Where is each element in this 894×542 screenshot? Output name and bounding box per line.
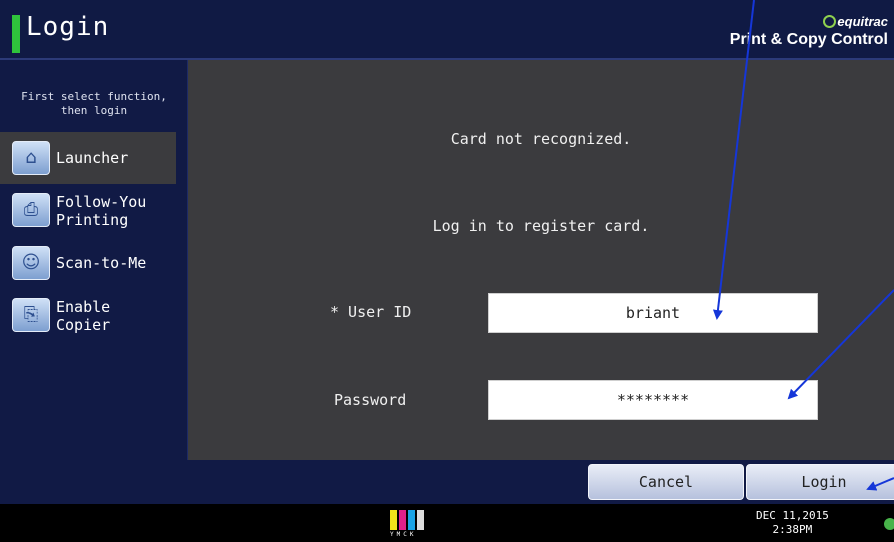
device-status-bar: YMCK DEC 11,2015 2:38PM [0, 504, 894, 542]
scan-to-me-icon: ☺ [12, 246, 50, 280]
follow-you-printing-icon: ⎙ [12, 193, 50, 227]
register-card-message: Log in to register card. [432, 217, 650, 235]
sidebar-item-follow-you-printing[interactable]: ⎙ Follow-You Printing [12, 193, 188, 229]
user-id-field[interactable]: briant [488, 293, 818, 333]
sidebar-item-launcher[interactable]: ⌂ Launcher [0, 132, 176, 184]
sidebar-item-label: Launcher [56, 149, 129, 167]
login-button[interactable]: Login [746, 464, 894, 500]
page-title: Login [26, 12, 110, 42]
login-panel: Card not recognized. Log in to register … [188, 60, 894, 460]
toner-letters: YMCK [390, 531, 417, 538]
sidebar-item-label: Enable Copier [56, 298, 111, 334]
function-sidebar: First select function, then login ⌂ Laun… [0, 60, 188, 460]
card-status-message: Card not recognized. [450, 130, 632, 148]
sidebar-item-label: Scan-to-Me [56, 254, 147, 272]
date-time: DEC 11,2015 2:38PM [756, 509, 829, 537]
brand-logo: equitrac Print & Copy Control [730, 14, 888, 49]
network-status-icon [884, 518, 894, 530]
sidebar-hint: First select function, then login [21, 90, 167, 117]
copier-icon: ⎘ [12, 298, 50, 332]
user-id-label: * User ID [330, 303, 412, 321]
date-text: DEC 11,2015 [756, 509, 829, 522]
brand-tagline: Print & Copy Control [729, 31, 888, 48]
password-field[interactable]: ******** [488, 380, 818, 420]
sidebar-item-scan-to-me[interactable]: ☺ Scan-to-Me [12, 246, 188, 280]
title-accent-bar [12, 15, 20, 53]
time-text: 2:38PM [772, 523, 813, 536]
action-bar: Cancel Login [0, 460, 894, 504]
cancel-button[interactable]: Cancel [588, 464, 744, 500]
toner-level-icon [390, 510, 424, 530]
sidebar-item-enable-copier[interactable]: ⎘ Enable Copier [12, 298, 188, 334]
password-label: Password [334, 391, 407, 409]
home-icon: ⌂ [12, 141, 50, 175]
equitrac-logo-icon [823, 15, 837, 28]
title-bar: Login equitrac Print & Copy Control [0, 0, 894, 60]
brand-name: equitrac [837, 14, 888, 29]
sidebar-item-label: Follow-You Printing [56, 193, 147, 229]
